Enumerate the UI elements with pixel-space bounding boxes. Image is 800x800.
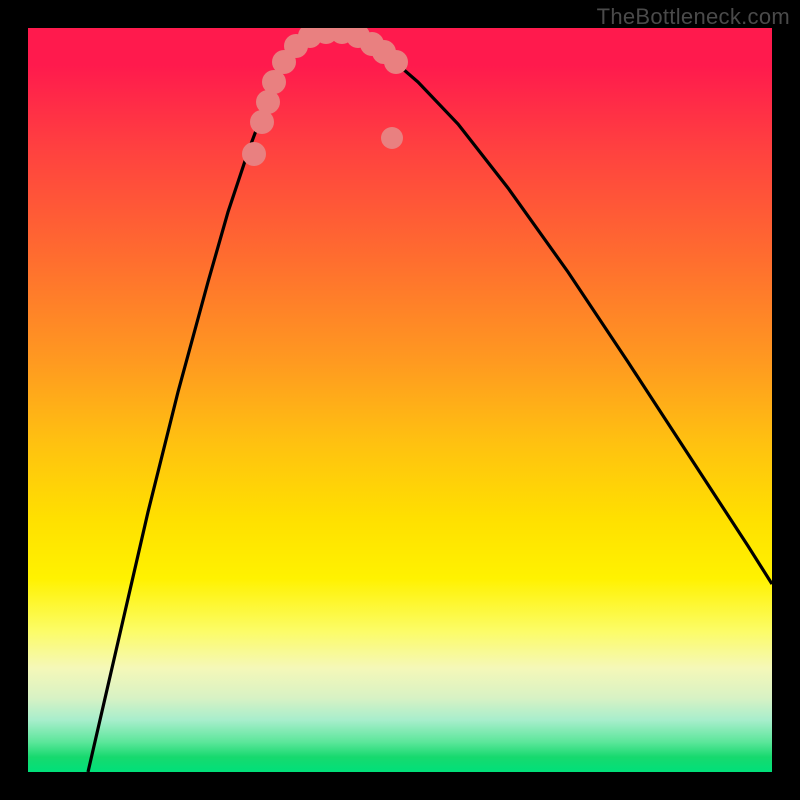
curve-marker: [381, 127, 403, 149]
chart-svg: [28, 28, 772, 772]
bottleneck-curve: [88, 28, 772, 772]
curve-marker: [384, 50, 408, 74]
watermark-text: TheBottleneck.com: [597, 4, 790, 30]
chart-frame: TheBottleneck.com: [0, 0, 800, 800]
chart-plot-area: [28, 28, 772, 772]
curve-markers: [242, 28, 408, 166]
curve-line: [88, 28, 772, 772]
curve-marker: [242, 142, 266, 166]
